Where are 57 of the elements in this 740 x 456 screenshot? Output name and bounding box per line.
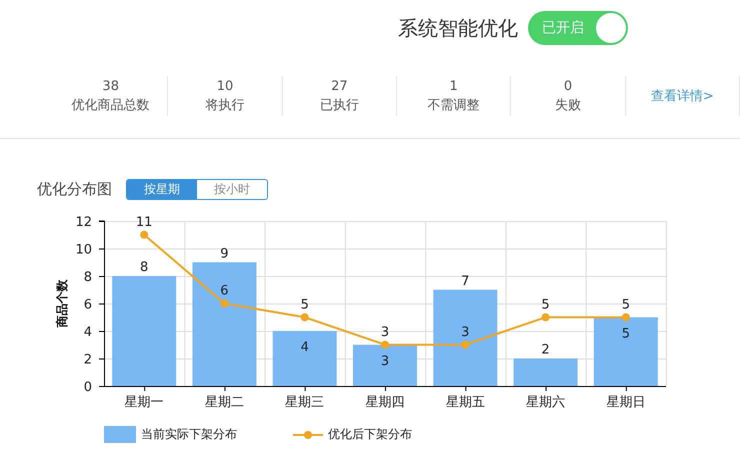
data-label: 6 (220, 284, 229, 298)
data-label: 5 (622, 326, 630, 342)
data-label: 11 (136, 214, 152, 230)
data-point (140, 230, 148, 239)
section-title: 优化分布图 (37, 180, 112, 199)
x-tick-label: 星期三 (285, 395, 324, 410)
details-link[interactable]: 查看详情> (650, 87, 714, 105)
y-tick-label: 12 (75, 215, 92, 230)
bar (594, 317, 658, 386)
data-label: 3 (461, 324, 470, 340)
y-tick-label: 8 (84, 270, 92, 285)
data-point (300, 313, 309, 322)
bar (353, 344, 417, 386)
axis-title: 商品个数 (55, 280, 69, 328)
data-label: 5 (541, 297, 550, 312)
x-tick-label: 星期日 (606, 395, 646, 410)
y-tick-label: 10 (75, 242, 92, 258)
legend-label: 优化后下架分布 (328, 426, 412, 443)
stat-label: 不需调整 (428, 96, 480, 114)
y-tick-label: 0 (84, 380, 92, 395)
stat-value: 27 (331, 78, 348, 94)
x-tick-label: 星期二 (204, 395, 244, 410)
data-label: 5 (300, 297, 309, 312)
stat-label: 失败 (555, 96, 582, 114)
page-title: 系统智能优化 (398, 14, 518, 42)
bar (272, 331, 337, 386)
data-label: 9 (220, 246, 229, 262)
stat-value: 10 (216, 78, 234, 94)
data-label: 3 (380, 354, 390, 369)
y-tick-label: 6 (84, 298, 92, 312)
data-label: 4 (300, 340, 309, 355)
data-point (381, 340, 389, 349)
data-point (542, 313, 550, 322)
data-label: 5 (622, 297, 630, 312)
x-tick-label: 星期一 (124, 395, 164, 410)
x-tick-label: 星期六 (526, 395, 566, 410)
data-label: 3 (380, 324, 390, 340)
data-label: 2 (541, 342, 550, 358)
y-tick-label: 2 (84, 352, 92, 368)
toggle-switch[interactable]: 已开启 (528, 11, 628, 45)
stat-label: 已执行 (320, 96, 359, 114)
bar (514, 358, 578, 386)
x-tick-label: 星期五 (446, 395, 485, 410)
data-label: 8 (140, 260, 148, 275)
stat-value: 0 (564, 78, 572, 94)
y-tick-label: 4 (84, 325, 92, 340)
stat-value: 1 (450, 78, 458, 94)
x-tick-label: 星期四 (366, 395, 404, 410)
segment-tab[interactable]: 按星期 (127, 180, 197, 199)
stat-label: 优化商品总数 (72, 96, 150, 114)
legend-label: 当前实际下架分布 (141, 426, 237, 443)
stat-value: 38 (102, 78, 119, 94)
stat-label: 将执行 (206, 96, 245, 114)
data-point (461, 340, 470, 349)
data-label: 7 (461, 274, 470, 289)
data-point (622, 313, 630, 322)
data-point (220, 300, 228, 308)
